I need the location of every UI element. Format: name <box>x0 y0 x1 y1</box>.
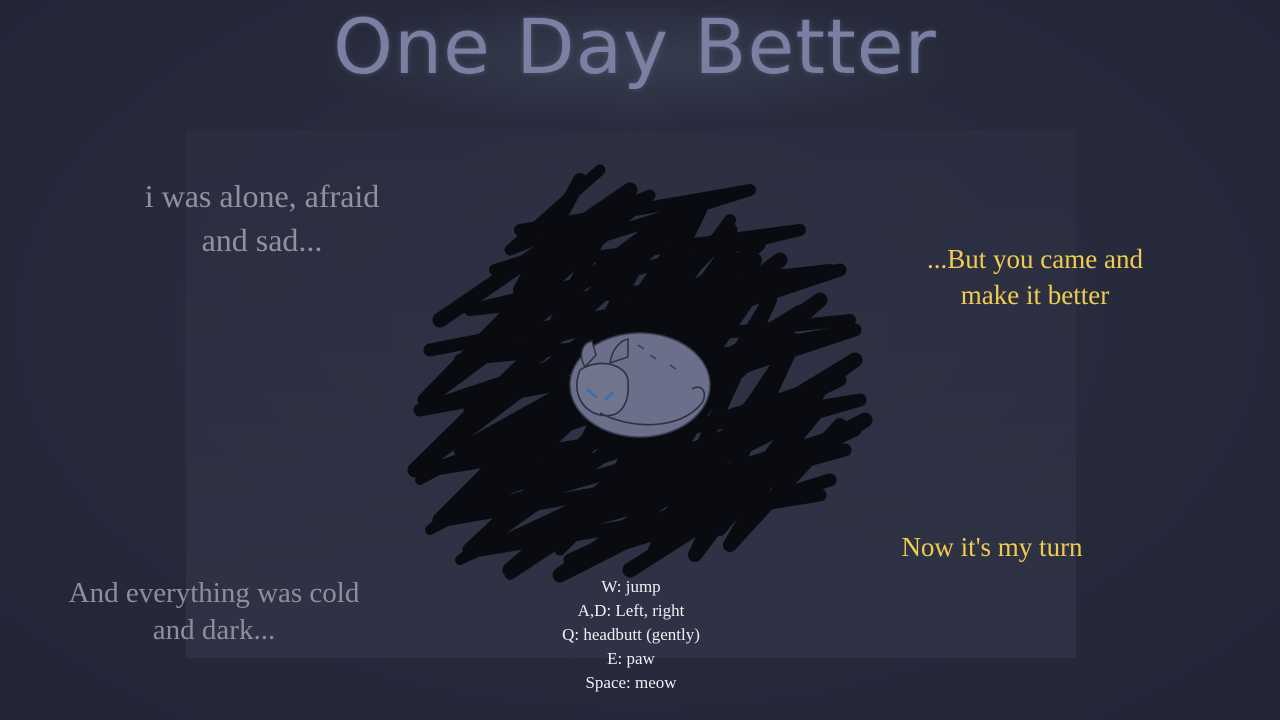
story-line: And everything was cold <box>68 577 360 609</box>
story-line: i was alone, afraid <box>144 178 380 214</box>
scribble-cloud-illustration <box>407 164 873 583</box>
story-text-turn: Now it's my turn <box>901 532 1083 562</box>
control-meow: Space: meow <box>585 673 677 692</box>
story-line: and dark... <box>152 614 276 646</box>
control-jump: W: jump <box>601 577 661 596</box>
control-paw: E: paw <box>607 649 655 668</box>
game-title: One Day Better <box>333 2 937 91</box>
game-screen: One Day Better i was alone, afraid and s… <box>0 0 1280 720</box>
control-move: A,D: Left, right <box>577 601 685 620</box>
story-line: make it better <box>960 280 1110 310</box>
story-text-alone: i was alone, afraid and sad... <box>132 174 392 262</box>
story-line: ...But you came and <box>927 244 1143 274</box>
sleeping-cat-icon <box>569 332 711 438</box>
controls-help: W: jump A,D: Left, right Q: headbutt (ge… <box>520 575 742 695</box>
story-text-came: ...But you came and make it better <box>900 241 1170 313</box>
story-line: and sad... <box>201 222 323 258</box>
story-text-cold: And everything was cold and dark... <box>64 575 364 649</box>
control-headbutt: Q: headbutt (gently) <box>562 625 700 644</box>
